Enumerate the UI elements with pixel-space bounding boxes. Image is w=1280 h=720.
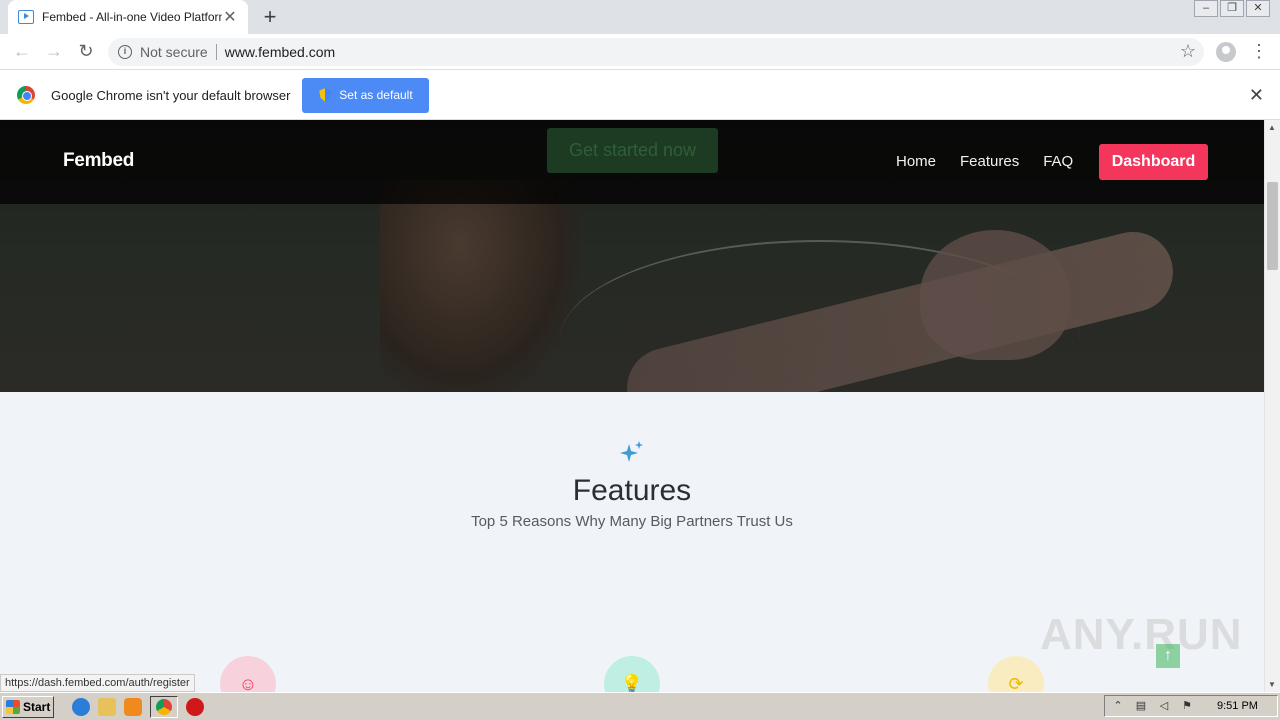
scroll-up-arrow-icon[interactable]: ▲	[1268, 123, 1276, 132]
hero-image-hand	[920, 230, 1070, 360]
restore-button[interactable]: ❐	[1220, 0, 1244, 17]
site-logo[interactable]: Fembed	[63, 150, 134, 172]
new-tab-button[interactable]: +	[258, 5, 282, 29]
infobar-message: Google Chrome isn't your default browser	[51, 87, 291, 103]
hero-image-hair	[380, 180, 580, 392]
clock[interactable]: 9:51 PM	[1217, 700, 1258, 712]
scrollbar-thumb[interactable]	[1267, 182, 1278, 270]
default-browser-infobar: Google Chrome isn't your default browser…	[0, 71, 1280, 120]
lightbulb-icon: 💡	[604, 656, 660, 692]
smile-icon: ☺	[220, 656, 276, 692]
internet-explorer-icon[interactable]	[72, 697, 90, 716]
info-icon[interactable]: i	[118, 45, 132, 59]
get-started-button[interactable]: Get started now	[547, 128, 718, 173]
action-center-flag-icon[interactable]: ⚑	[1180, 699, 1194, 713]
features-subtitle: Top 5 Reasons Why Many Big Partners Trus…	[471, 513, 793, 530]
chrome-logo-icon	[17, 86, 35, 104]
tab-strip: Fembed - All-in-one Video Platform ✕ + ‒…	[0, 0, 1280, 34]
nav-link-home[interactable]: Home	[896, 153, 936, 170]
tab-close-icon[interactable]: ✕	[222, 7, 238, 27]
close-window-button[interactable]: ✕	[1246, 0, 1270, 17]
media-player-icon[interactable]	[124, 697, 142, 716]
omnibox-divider	[215, 44, 217, 60]
network-icon[interactable]: ▤	[1134, 699, 1148, 713]
windows-flag-icon	[6, 699, 20, 714]
set-as-default-button[interactable]: Set as default	[302, 77, 430, 113]
video-favicon-icon	[18, 10, 34, 24]
forward-arrow-icon[interactable]: →	[38, 36, 70, 68]
tray-expand-icon[interactable]: ⌃	[1111, 699, 1125, 713]
start-label: Start	[23, 699, 51, 714]
nav-link-faq[interactable]: FAQ	[1043, 153, 1073, 170]
chrome-icon	[156, 698, 172, 715]
reload-icon[interactable]: ↻	[70, 36, 102, 68]
site-navbar: Fembed Get started now Home Features FAQ…	[0, 120, 1264, 204]
back-arrow-icon[interactable]: ←	[6, 36, 38, 68]
browser-toolbar: ← → ↻ i Not secure www.fembed.com ☆ ⋮	[0, 34, 1280, 70]
volume-icon[interactable]: ◁	[1157, 699, 1171, 713]
hero-section: Fembed Get started now Home Features FAQ…	[0, 120, 1264, 392]
page-scrollbar[interactable]: ▲ ▼	[1264, 120, 1280, 692]
profile-avatar-icon[interactable]	[1216, 42, 1236, 62]
address-bar[interactable]: i Not secure www.fembed.com ☆	[108, 38, 1204, 66]
infobar-close-icon[interactable]: ✕	[1249, 85, 1264, 106]
system-tray: ⌃ ▤ ◁ ⚑ 9:51 PM	[1104, 695, 1278, 717]
minimize-button[interactable]: ‒	[1194, 0, 1218, 17]
security-label: Not secure	[140, 44, 208, 60]
tab-title: Fembed - All-in-one Video Platform	[42, 10, 222, 24]
status-bar-url: https://dash.fembed.com/auth/register	[0, 674, 195, 692]
shield-icon	[319, 88, 332, 102]
sparkle-icon	[620, 441, 643, 462]
anyrun-watermark: ANY.RUN	[1040, 610, 1243, 659]
nav-links: Home Features FAQ	[896, 153, 1073, 170]
menu-kebab-icon[interactable]: ⋮	[1250, 41, 1268, 61]
window-controls: ‒ ❐ ✕	[1194, 0, 1270, 17]
features-title: Features	[572, 474, 692, 507]
opera-icon[interactable]	[186, 697, 204, 716]
folder-icon[interactable]	[98, 697, 116, 716]
scroll-top-arrow-icon[interactable]: ↑	[1156, 644, 1180, 668]
scroll-down-arrow-icon[interactable]: ▼	[1268, 680, 1276, 689]
start-button[interactable]: Start	[2, 695, 54, 718]
url-text[interactable]: www.fembed.com	[225, 44, 335, 60]
speedometer-icon: ⟳	[988, 656, 1044, 692]
chrome-taskbar-button[interactable]	[150, 695, 178, 718]
windows-taskbar: Start ⌃ ▤ ◁ ⚑ 9:51 PM	[0, 692, 1280, 720]
dashboard-button[interactable]: Dashboard	[1099, 144, 1208, 180]
bookmark-star-icon[interactable]: ☆	[1180, 41, 1196, 62]
set-as-default-label: Set as default	[339, 88, 413, 102]
page-viewport: Fembed Get started now Home Features FAQ…	[0, 120, 1264, 692]
browser-tab[interactable]: Fembed - All-in-one Video Platform ✕	[8, 0, 248, 34]
screen: Fembed - All-in-one Video Platform ✕ + ‒…	[0, 0, 1280, 720]
nav-link-features[interactable]: Features	[960, 153, 1019, 170]
